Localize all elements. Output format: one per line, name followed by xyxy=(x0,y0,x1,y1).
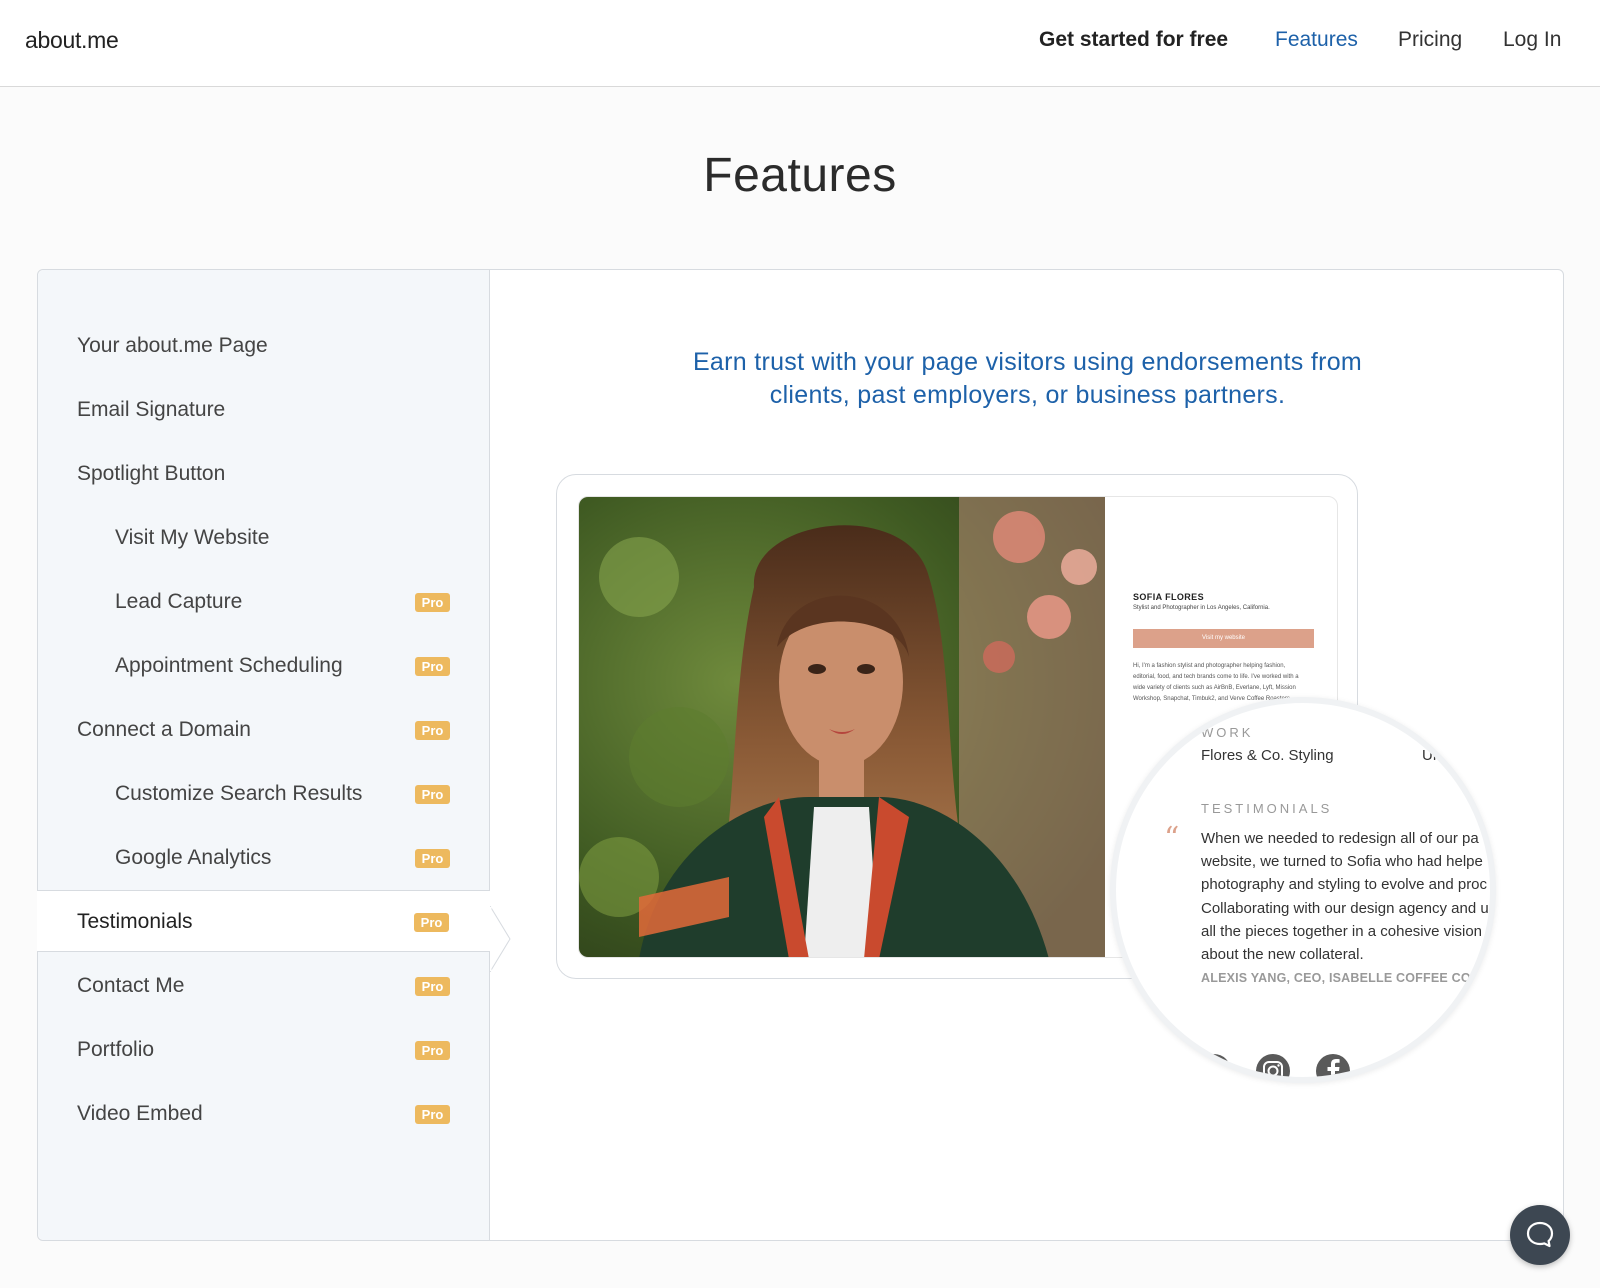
testimonials-section-title: TESTIMONIALS xyxy=(1201,801,1333,816)
sidebar-item-lead-capture[interactable]: Lead Capture Pro xyxy=(38,571,490,633)
sidebar-item-label: Lead Capture xyxy=(115,590,243,613)
sidebar-item-label: Appointment Scheduling xyxy=(115,654,343,677)
pricing-link[interactable]: Pricing xyxy=(1398,28,1462,52)
facebook-icon[interactable] xyxy=(1316,1054,1350,1081)
sidebar-item-customize-search-results[interactable]: Customize Search Results Pro xyxy=(38,763,490,825)
headline-line-2: clients, past employers, or business par… xyxy=(769,381,1286,409)
sidebar-item-label: Email Signature xyxy=(77,398,226,421)
sidebar-item-your-page[interactable]: Your about.me Page xyxy=(38,315,490,377)
features-sidebar: Your about.me Page Email Signature Spotl… xyxy=(37,270,490,1240)
work-item: Flores & Co. Styling xyxy=(1201,747,1334,764)
pro-badge: Pro xyxy=(415,657,450,676)
preview-name: SOFIA FLORES xyxy=(1133,592,1204,602)
sidebar-item-contact-me[interactable]: Contact Me Pro xyxy=(38,955,490,1017)
login-link[interactable]: Log In xyxy=(1503,28,1561,52)
headline-line-1: Earn trust with your page visitors using… xyxy=(692,348,1363,376)
sidebar-item-label: Portfolio xyxy=(77,1038,155,1061)
sidebar-item-video-embed[interactable]: Video Embed Pro xyxy=(38,1083,490,1145)
pro-badge: Pro xyxy=(415,721,450,740)
work-section-title: WORK xyxy=(1201,725,1254,740)
sidebar-item-label: Google Analytics xyxy=(115,846,272,869)
pro-badge: Pro xyxy=(415,849,450,868)
work-item: Ur xyxy=(1422,747,1438,764)
sidebar-item-label: Customize Search Results xyxy=(115,782,363,805)
profile-photo xyxy=(579,497,1105,957)
sidebar-item-spotlight-button[interactable]: Spotlight Button xyxy=(38,443,490,505)
sidebar-item-label: Visit My Website xyxy=(115,526,270,549)
testimonial-author: ALEXIS YANG, CEO, ISABELLE COFFEE COM' xyxy=(1201,971,1485,985)
testimonial-line: photography and styling to evolve and pr… xyxy=(1201,876,1488,894)
top-navigation-bar: about.me Get started for free Features P… xyxy=(0,0,1600,87)
testimonial-line: all the pieces together in a cohesive vi… xyxy=(1201,922,1483,940)
sidebar-item-portfolio[interactable]: Portfolio Pro xyxy=(38,1019,490,1081)
feature-headline: Earn trust with your page visitors using… xyxy=(490,346,1565,412)
pro-badge: Pro xyxy=(415,1105,450,1124)
sidebar-item-label: Spotlight Button xyxy=(77,462,226,485)
sidebar-item-connect-domain[interactable]: Connect a Domain Pro xyxy=(38,699,490,761)
sidebar-item-label: Testimonials xyxy=(77,910,193,933)
pro-badge: Pro xyxy=(415,785,450,804)
sidebar-item-appointment-scheduling[interactable]: Appointment Scheduling Pro xyxy=(38,635,490,697)
get-started-link[interactable]: Get started for free xyxy=(1039,28,1228,52)
features-link[interactable]: Features xyxy=(1275,28,1358,52)
chat-icon xyxy=(1526,1221,1554,1248)
testimonial-magnifier: WORK Flores & Co. Styling Ur TESTIMONIAL… xyxy=(1110,697,1496,1083)
testimonial-text: When we needed to redesign all of our pa… xyxy=(1201,827,1490,966)
sidebar-item-testimonials[interactable]: Testimonials Pro xyxy=(37,890,490,952)
active-item-pointer xyxy=(490,906,511,972)
pro-badge: Pro xyxy=(415,593,450,612)
preview-subtitle: Stylist and Photographer in Los Angeles,… xyxy=(1133,605,1270,611)
social-icons xyxy=(1197,1054,1350,1081)
features-card: Your about.me Page Email Signature Spotl… xyxy=(37,269,1564,1241)
pro-badge: Pro xyxy=(415,1041,450,1060)
instagram-icon[interactable] xyxy=(1256,1054,1290,1081)
testimonial-line: website, we turned to Sofia who had help… xyxy=(1201,853,1483,871)
sidebar-item-visit-my-website[interactable]: Visit My Website xyxy=(38,507,490,569)
pro-badge: Pro xyxy=(415,977,450,996)
chat-launcher-button[interactable] xyxy=(1510,1205,1570,1265)
logo[interactable]: about.me xyxy=(25,27,119,54)
sidebar-item-email-signature[interactable]: Email Signature xyxy=(38,379,490,441)
testimonial-line: When we needed to redesign all of our pa xyxy=(1201,830,1479,847)
twitter-icon[interactable] xyxy=(1197,1054,1231,1081)
preview-visit-button: Visit my website xyxy=(1133,629,1314,648)
sidebar-item-label: Contact Me xyxy=(77,974,185,997)
sidebar-item-google-analytics[interactable]: Google Analytics Pro xyxy=(38,827,490,889)
testimonial-line: Collaborating with our design agency and… xyxy=(1201,899,1489,917)
sidebar-item-label: Video Embed xyxy=(77,1102,203,1125)
quote-mark-icon: “ xyxy=(1164,821,1180,856)
page-title: Features xyxy=(703,149,897,202)
pro-badge: Pro xyxy=(414,913,449,932)
testimonial-line: about the new collateral. xyxy=(1201,946,1364,964)
sidebar-item-label: Connect a Domain xyxy=(77,718,251,741)
sidebar-item-label: Your about.me Page xyxy=(77,334,268,357)
